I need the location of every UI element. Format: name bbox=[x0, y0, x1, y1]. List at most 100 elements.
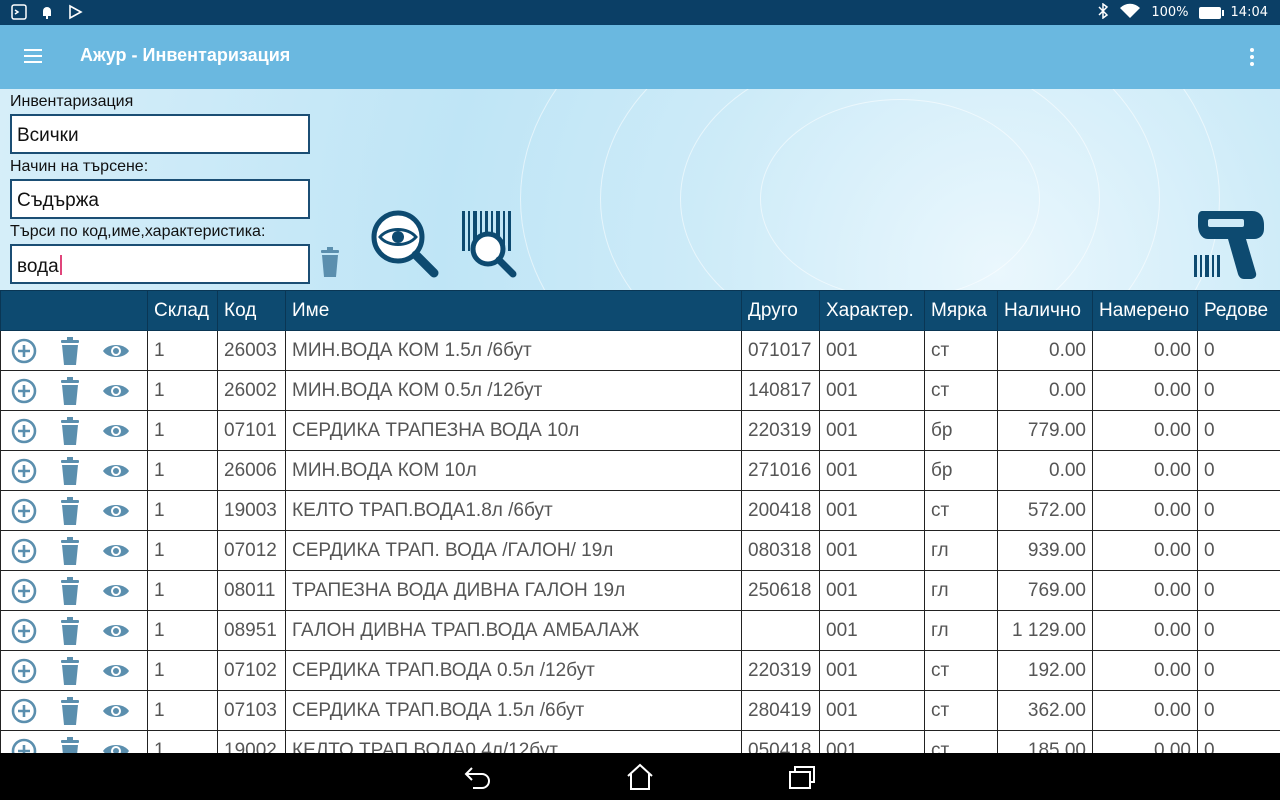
table-row[interactable]: 1 08951 ГАЛОН ДИВНА ТРАП.ВОДА АМБАЛАЖ 001 гл… bbox=[0, 610, 1280, 651]
cell-code: 07101 bbox=[217, 410, 286, 451]
table-row[interactable]: 1 07103 СЕРДИКА ТРАП.ВОДА 1.5л /6бут 280419… bbox=[0, 690, 1280, 731]
delete-trash-icon[interactable] bbox=[47, 416, 93, 445]
view-eye-icon[interactable] bbox=[93, 421, 139, 441]
menu-icon[interactable] bbox=[24, 45, 48, 69]
view-eye-icon[interactable] bbox=[93, 381, 139, 401]
row-actions bbox=[0, 450, 148, 491]
delete-trash-icon[interactable] bbox=[47, 336, 93, 365]
add-circle-icon[interactable] bbox=[2, 738, 48, 753]
cell-available: 0.00 bbox=[997, 450, 1093, 491]
delete-trash-icon[interactable] bbox=[47, 616, 93, 645]
delete-trash-icon[interactable] bbox=[47, 736, 93, 753]
table-row[interactable]: 1 07012 СЕРДИКА ТРАП. ВОДА /ГАЛОН/ 19л 0803… bbox=[0, 530, 1280, 571]
cell-characteristic: 001 bbox=[819, 730, 925, 753]
view-eye-icon[interactable] bbox=[93, 501, 139, 521]
cell-name: СЕРДИКА ТРАП.ВОДА 1.5л /6бут bbox=[285, 690, 742, 731]
add-circle-icon[interactable] bbox=[2, 618, 48, 644]
col-header-rows[interactable]: Редове bbox=[1197, 290, 1280, 331]
cell-name: СЕРДИКА ТРАПЕЗНА ВОДА 10л bbox=[285, 410, 742, 451]
col-header-unit[interactable]: Мярка bbox=[924, 290, 998, 331]
col-header-other[interactable]: Друго bbox=[741, 290, 820, 331]
table-row[interactable]: 1 26002 МИН.ВОДА КОМ 0.5л /12бут 140817 001 с… bbox=[0, 370, 1280, 411]
table-row[interactable]: 1 26003 МИН.ВОДА КОМ 1.5л /6бут 071017 001 ст… bbox=[0, 330, 1280, 371]
app-title: Ажур - Инвентаризация bbox=[80, 45, 291, 65]
add-circle-icon[interactable] bbox=[2, 498, 48, 524]
delete-trash-icon[interactable] bbox=[47, 696, 93, 725]
col-header-characteristic[interactable]: Характер. bbox=[819, 290, 925, 331]
col-header-name[interactable]: Име bbox=[285, 290, 742, 331]
col-header-code[interactable]: Код bbox=[217, 290, 286, 331]
cell-characteristic: 001 bbox=[819, 650, 925, 691]
add-circle-icon[interactable] bbox=[2, 378, 48, 404]
search-mode-label: Начин на търсене: bbox=[10, 158, 149, 175]
cell-found: 0.00 bbox=[1092, 410, 1198, 451]
inventory-select[interactable]: Всички bbox=[10, 114, 310, 154]
view-eye-icon[interactable] bbox=[93, 341, 139, 361]
home-icon[interactable] bbox=[625, 763, 655, 791]
add-circle-icon[interactable] bbox=[2, 338, 48, 364]
cell-characteristic: 001 bbox=[819, 570, 925, 611]
recent-apps-icon[interactable] bbox=[787, 763, 817, 791]
cell-found: 0.00 bbox=[1092, 530, 1198, 571]
overflow-menu-icon[interactable] bbox=[1248, 45, 1256, 69]
view-eye-icon[interactable] bbox=[93, 741, 139, 753]
add-circle-icon[interactable] bbox=[2, 698, 48, 724]
add-circle-icon[interactable] bbox=[2, 538, 48, 564]
cell-other: 271016 bbox=[741, 450, 820, 491]
cell-unit: ст bbox=[924, 330, 998, 371]
table-row[interactable]: 1 19002 КЕЛТО ТРАП.ВОДА0.4л/12бут 050418 001… bbox=[0, 730, 1280, 753]
status-bar: 100% 14:04 bbox=[0, 0, 1280, 25]
col-header-warehouse[interactable]: Склад bbox=[147, 290, 218, 331]
table-row[interactable]: 1 26006 МИН.ВОДА КОМ 10л 271016 001 бр 0.00 0.0… bbox=[0, 450, 1280, 491]
inventory-table: Склад Код Име Друго Характер. Мярка Нали… bbox=[0, 290, 1280, 753]
view-eye-icon[interactable] bbox=[93, 461, 139, 481]
cell-unit: бр bbox=[924, 450, 998, 491]
row-actions bbox=[0, 370, 148, 411]
view-eye-icon[interactable] bbox=[93, 581, 139, 601]
cell-unit: гл bbox=[924, 530, 998, 571]
cell-other: 250618 bbox=[741, 570, 820, 611]
delete-trash-icon[interactable] bbox=[47, 536, 93, 565]
table-row[interactable]: 1 07102 СЕРДИКА ТРАП.ВОДА 0.5л /12бут 22031… bbox=[0, 650, 1280, 691]
cell-warehouse: 1 bbox=[147, 730, 218, 753]
clear-search-trash-icon[interactable] bbox=[318, 247, 342, 283]
cell-available: 192.00 bbox=[997, 650, 1093, 691]
cell-rows: 0 bbox=[1197, 410, 1280, 451]
cell-code: 26006 bbox=[217, 450, 286, 491]
delete-trash-icon[interactable] bbox=[47, 496, 93, 525]
view-eye-icon[interactable] bbox=[93, 661, 139, 681]
bluetooth-icon bbox=[1097, 2, 1109, 23]
delete-trash-icon[interactable] bbox=[47, 376, 93, 405]
cell-available: 0.00 bbox=[997, 330, 1093, 371]
clock: 14:04 bbox=[1230, 5, 1268, 20]
cell-rows: 0 bbox=[1197, 690, 1280, 731]
cell-code: 26003 bbox=[217, 330, 286, 371]
table-row[interactable]: 1 19003 КЕЛТО ТРАП.ВОДА1.8л /6бут 200418 001… bbox=[0, 490, 1280, 531]
view-eye-icon[interactable] bbox=[93, 701, 139, 721]
cell-found: 0.00 bbox=[1092, 610, 1198, 651]
delete-trash-icon[interactable] bbox=[47, 656, 93, 685]
barcode-search-icon[interactable] bbox=[460, 209, 524, 285]
barcode-scanner-icon[interactable] bbox=[1192, 209, 1272, 285]
back-icon[interactable] bbox=[463, 763, 493, 791]
search-input[interactable]: вода bbox=[10, 244, 310, 284]
add-circle-icon[interactable] bbox=[2, 658, 48, 684]
view-eye-icon[interactable] bbox=[93, 541, 139, 561]
col-header-found[interactable]: Намерено bbox=[1092, 290, 1198, 331]
wifi-icon bbox=[1119, 3, 1141, 23]
text-caret bbox=[59, 255, 62, 275]
eye-search-icon[interactable] bbox=[370, 209, 442, 285]
col-header-available[interactable]: Налично bbox=[997, 290, 1093, 331]
add-circle-icon[interactable] bbox=[2, 418, 48, 444]
view-eye-icon[interactable] bbox=[93, 621, 139, 641]
delete-trash-icon[interactable] bbox=[47, 456, 93, 485]
add-circle-icon[interactable] bbox=[2, 458, 48, 484]
delete-trash-icon[interactable] bbox=[47, 576, 93, 605]
add-circle-icon[interactable] bbox=[2, 578, 48, 604]
search-mode-select[interactable]: Съдържа bbox=[10, 179, 310, 219]
cell-available: 185.00 bbox=[997, 730, 1093, 753]
cell-code: 19003 bbox=[217, 490, 286, 531]
cell-rows: 0 bbox=[1197, 490, 1280, 531]
table-row[interactable]: 1 07101 СЕРДИКА ТРАПЕЗНА ВОДА 10л 220319 001… bbox=[0, 410, 1280, 451]
table-row[interactable]: 1 08011 ТРАПЕЗНА ВОДА ДИВНА ГАЛОН 19л 25061… bbox=[0, 570, 1280, 611]
